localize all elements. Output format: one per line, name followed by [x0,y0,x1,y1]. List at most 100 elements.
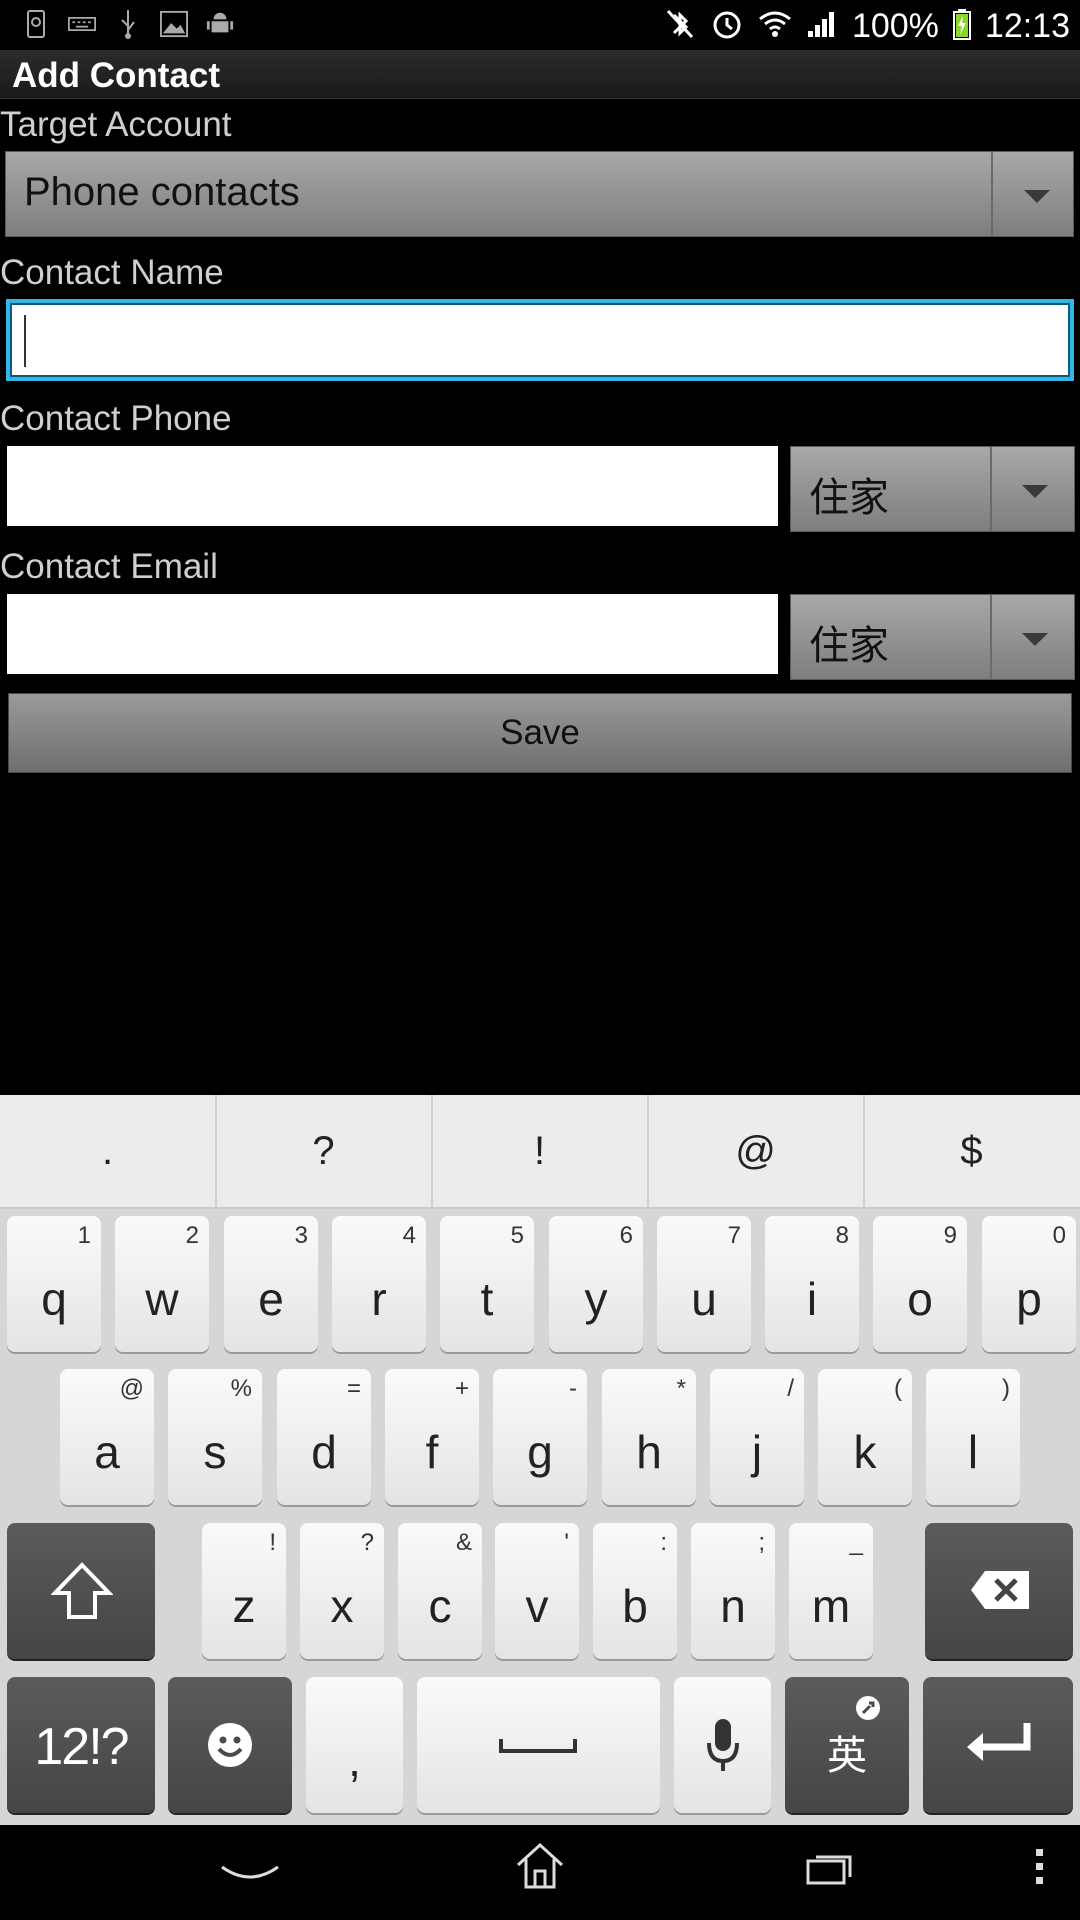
suggestion-question[interactable]: ? [216,1095,433,1207]
key-label: d [311,1426,337,1478]
key-n[interactable]: ; n [691,1523,775,1659]
key-o[interactable]: 9o [873,1216,967,1352]
key-hint-label: 9 [943,1222,957,1249]
space-key[interactable] [417,1677,660,1813]
key-label: r [371,1273,387,1325]
key-label: z [232,1580,256,1632]
key-hint-label: + [454,1375,469,1402]
contact-email-field[interactable] [7,594,778,674]
key-label: a [94,1426,120,1478]
key-q[interactable]: 1q [7,1216,101,1352]
symbols-key[interactable]: 12!? [7,1677,155,1813]
key-label: m [811,1580,851,1632]
key-a[interactable]: @ a [60,1369,154,1505]
suggestion-at[interactable]: @ [648,1095,865,1207]
menu-overflow-icon[interactable] [1034,1845,1046,1889]
status-bar: 100% 12:13 [0,0,1080,50]
key-z[interactable]: ! z [202,1523,286,1659]
key-r[interactable]: 4r [332,1216,426,1352]
key-label: s [203,1426,227,1478]
key-hint-label: 8 [835,1222,849,1249]
key-label: e [258,1273,284,1325]
key-hint-label: 1 [77,1222,91,1249]
key-k[interactable]: (k [818,1369,912,1505]
key-label: n [720,1580,746,1632]
email-type-spinner[interactable]: 住家 [790,594,1075,680]
phone-type-spinner[interactable]: 住家 [790,446,1075,532]
language-key[interactable]: 英 [785,1677,909,1813]
key-label: p [1016,1273,1042,1325]
clock: 12:13 [984,6,1070,45]
key-y[interactable]: 6y [549,1216,643,1352]
enter-key[interactable] [923,1677,1073,1813]
usb-icon [114,8,142,40]
screenshot-icon [22,8,50,40]
dropdown-arrow-icon [1022,633,1048,646]
page-title: Add Contact [12,56,221,95]
comma-key-label: , [348,1734,361,1786]
spinner-divider [991,152,993,236]
back-icon[interactable] [220,1863,280,1887]
enter-icon [967,1723,1031,1761]
save-button-label: Save [500,713,580,752]
key-hint-label: 5 [510,1222,524,1249]
suggestion-dollar[interactable]: $ [864,1095,1079,1207]
key-u[interactable]: 7u [657,1216,751,1352]
key-hint-label: : [660,1529,667,1556]
key-e[interactable]: 3e [224,1216,318,1352]
contact-name-field[interactable] [6,299,1074,381]
emoji-icon [208,1723,252,1767]
email-type-value: 住家 [809,624,889,668]
key-hint-label: ) [1002,1375,1010,1402]
key-s[interactable]: % s [168,1369,262,1505]
key-h[interactable]: * h [602,1369,696,1505]
key-p[interactable]: 0p [982,1216,1076,1352]
text-caret [24,315,26,367]
key-c[interactable]: & c [398,1523,482,1659]
language-key-label: 英 [827,1734,867,1778]
bluetooth-off-icon [664,7,696,46]
key-x[interactable]: ? x [300,1523,384,1659]
suggestion-exclaim[interactable]: ! [432,1095,649,1207]
key-hint-label: - [569,1375,577,1402]
comma-key[interactable]: , [306,1677,403,1813]
key-w[interactable]: 2w [115,1216,209,1352]
suggestion-period[interactable]: . [0,1095,217,1207]
key-hint-label: 3 [294,1222,308,1249]
emoji-key[interactable] [168,1677,292,1813]
key-label: q [41,1273,67,1325]
target-account-spinner[interactable]: Phone contacts [5,151,1074,237]
key-hint-label: ? [360,1529,374,1556]
voice-input-key[interactable] [674,1677,771,1813]
key-g[interactable]: -g [493,1369,587,1505]
key-hint-label: & [455,1529,472,1556]
home-icon[interactable] [514,1841,566,1891]
key-hint-label: 7 [727,1222,741,1249]
key-hint-label: ( [894,1375,902,1402]
key-b[interactable]: :b [593,1523,677,1659]
android-icon [206,8,234,40]
suggestion-bar: . ? ! @ $ [0,1095,1080,1209]
contact-phone-field[interactable] [7,446,778,526]
key-label: o [907,1273,933,1325]
key-d[interactable]: = d [277,1369,371,1505]
space-icon [499,1739,577,1753]
key-i[interactable]: 8i [765,1216,859,1352]
key-label: c [428,1580,452,1632]
target-account-label: Target Account [0,105,232,144]
key-l[interactable]: ) l [926,1369,1020,1505]
key-t[interactable]: 5t [440,1216,534,1352]
key-j[interactable]: / j [710,1369,804,1505]
key-hint-label: ! [269,1529,276,1556]
key-f[interactable]: + f [385,1369,479,1505]
recent-apps-icon[interactable] [806,1849,854,1885]
key-m[interactable]: _ m [789,1523,873,1659]
soft-keyboard: . ? ! @ $ 1 q 2 w 3 e 4 r 5 t 6 y 7 u 8 i 9 o 0 p @ a% s = d + f - g… [0,1095,1080,1825]
save-button[interactable]: Save [8,693,1072,773]
key-label: y [584,1273,608,1325]
backspace-key[interactable] [925,1523,1073,1659]
backspace-icon [971,1571,1029,1609]
key-v[interactable]: ' v [495,1523,579,1659]
shift-key[interactable] [7,1523,155,1659]
microphone-icon [707,1719,739,1771]
